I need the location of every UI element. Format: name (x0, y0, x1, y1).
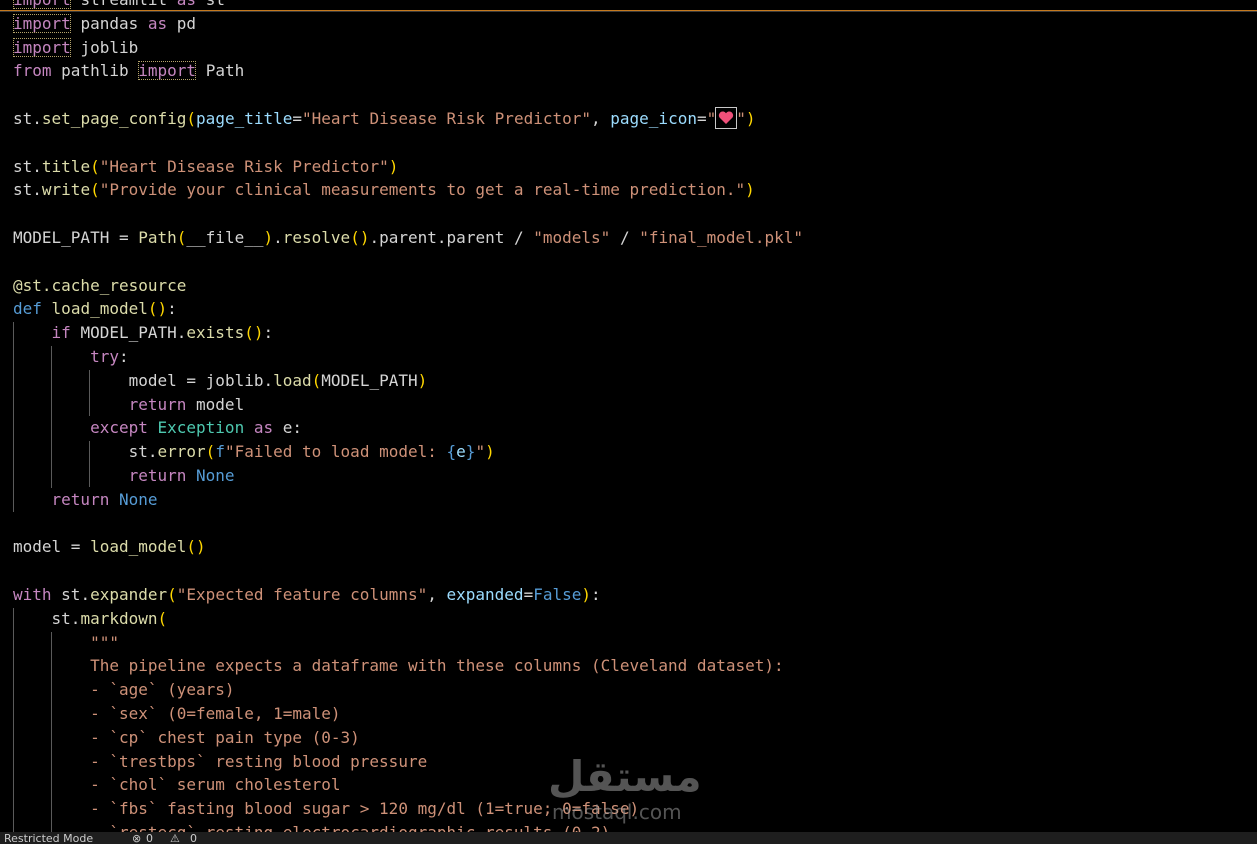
restricted-mode-label[interactable]: Restricted Mode (4, 832, 93, 844)
code-line[interactable]: - `chol` serum cholesterol (13, 773, 340, 797)
code-line[interactable]: model = joblib.load(MODEL_PATH) (13, 369, 428, 393)
code-line[interactable]: - `trestbps` resting blood pressure (13, 750, 427, 774)
warning-icon[interactable]: ⚠ (170, 832, 180, 844)
warning-count: 0 (190, 832, 197, 844)
code-line[interactable]: st.write("Provide your clinical measurem… (13, 178, 755, 202)
status-bar: Restricted Mode ⊗ 0 ⚠ 0 (0, 832, 1257, 844)
code-line[interactable]: - `restecg` resting electrocardiographic… (13, 821, 610, 832)
heart-icon (715, 107, 738, 129)
code-line[interactable]: with st.expander("Expected feature colum… (13, 583, 601, 607)
code-line[interactable]: st.markdown( (13, 607, 168, 631)
code-line[interactable]: MODEL_PATH = Path(__file__).resolve().pa… (13, 226, 803, 250)
watermark-logo: مستقل mostaql.com (548, 752, 708, 830)
code-line[interactable]: import pandas as pd (13, 12, 196, 36)
error-count: 0 (146, 832, 153, 844)
error-icon[interactable]: ⊗ (132, 832, 141, 844)
code-line[interactable]: model = load_model() (13, 535, 206, 559)
code-line[interactable]: import streamlit as st (13, 0, 225, 12)
code-line[interactable]: st.set_page_config(page_title="Heart Dis… (13, 107, 756, 131)
watermark-latin: mostaql.com (552, 800, 682, 824)
code-line[interactable]: - `age` (years) (13, 678, 235, 702)
code-line[interactable]: """ (13, 631, 119, 655)
code-line[interactable]: st.error(f"Failed to load model: {e}") (13, 440, 495, 464)
code-line[interactable]: def load_model(): (13, 297, 177, 321)
code-line[interactable]: st.title("Heart Disease Risk Predictor") (13, 155, 398, 179)
code-line[interactable]: @st.cache_resource (13, 274, 186, 298)
code-line[interactable]: - `cp` chest pain type (0-3) (13, 726, 360, 750)
code-line[interactable]: The pipeline expects a dataframe with th… (13, 654, 784, 678)
code-line[interactable]: except Exception as e: (13, 416, 302, 440)
code-line[interactable]: import joblib (13, 36, 138, 60)
code-line[interactable]: return None (13, 488, 158, 512)
code-editor[interactable]: import streamlit as stimport pandas as p… (0, 0, 1257, 832)
watermark-arabic: مستقل (548, 752, 702, 801)
code-line[interactable]: - `fbs` fasting blood sugar > 120 mg/dl … (13, 797, 639, 821)
code-line[interactable]: try: (13, 345, 129, 369)
code-line[interactable]: - `sex` (0=female, 1=male) (13, 702, 340, 726)
code-line[interactable]: return model (13, 393, 245, 417)
code-line[interactable]: from pathlib import Path (13, 59, 244, 83)
code-line[interactable]: return None (13, 464, 235, 488)
code-line[interactable]: if MODEL_PATH.exists(): (13, 321, 274, 345)
